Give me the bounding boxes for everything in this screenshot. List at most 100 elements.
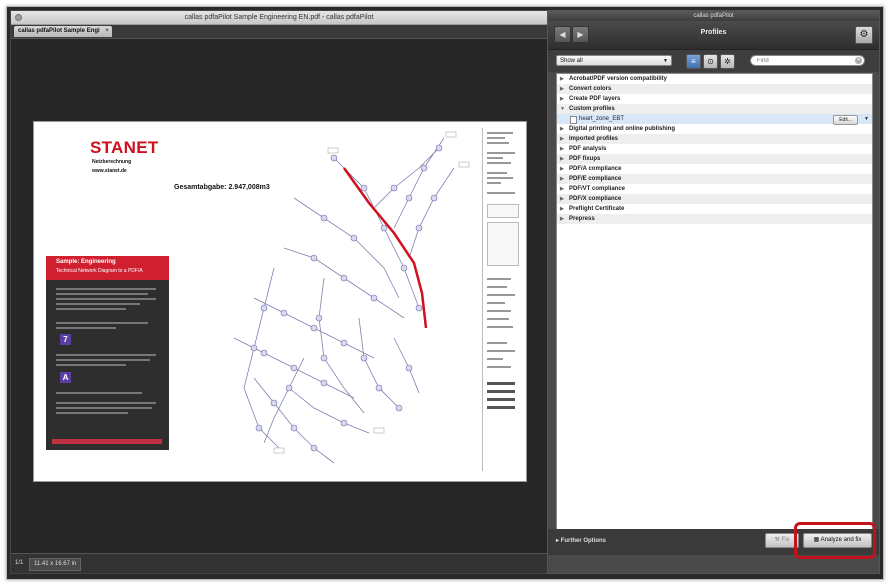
legend-line	[487, 172, 507, 174]
gear-icon: ⚙	[859, 29, 869, 40]
profile-group-row[interactable]: ▼ Custom profiles	[557, 104, 872, 114]
disclosure-triangle-icon[interactable]: ▶	[560, 144, 564, 154]
profile-group-label: Imported profiles	[569, 136, 619, 142]
legend-line	[487, 382, 515, 385]
profile-group-row[interactable]: ▶ PDF fixups	[557, 154, 872, 164]
disclosure-triangle-icon[interactable]: ▶	[560, 184, 564, 194]
profile-group-label: Acrobat/PDF version compatibility	[569, 76, 668, 82]
disclosure-triangle-icon[interactable]: ▶	[560, 74, 564, 84]
disclosure-triangle-icon[interactable]: ▶	[560, 164, 564, 174]
info-text-line	[56, 308, 126, 310]
disclosure-triangle-icon[interactable]: ▶	[560, 194, 564, 204]
info-panel-header: Sample: Engineering Technical Network Di…	[46, 256, 169, 280]
profile-group-label: Custom profiles	[569, 106, 615, 112]
legend-line	[487, 342, 507, 344]
profiles-toolbar: ◀ ▶ Profiles ⚙	[548, 21, 879, 50]
profile-group-label: PDF/E compliance	[569, 176, 622, 182]
pdf-viewer[interactable]: STANET Netzberechnung www.stanet.de Gesa…	[11, 39, 547, 553]
document-window-titlebar: callas pdfaPilot Sample Engineering EN.p…	[11, 11, 547, 25]
further-options-label: Further Options	[560, 538, 607, 544]
selected-profile-label: heart_zone_EBT	[579, 116, 625, 122]
profile-group-label: PDF/VT compliance	[569, 186, 626, 192]
legend-line	[487, 390, 515, 393]
further-options-toggle[interactable]: ▸ Further Options	[556, 537, 606, 544]
profile-group-row[interactable]: ▶ PDF/VT compliance	[557, 184, 872, 194]
legend-line	[487, 152, 515, 154]
legend-line	[487, 302, 505, 304]
options-button[interactable]: ✲	[720, 54, 735, 69]
profiles-list[interactable]: ▶ Acrobat/PDF version compatibility ▶ Conv…	[556, 73, 873, 530]
profile-document-icon	[570, 116, 577, 124]
profile-menu-arrow-icon[interactable]: ▼	[864, 114, 869, 124]
profile-group-label: Convert colors	[569, 86, 612, 92]
legend-line	[487, 132, 513, 134]
drawing-legend	[482, 128, 521, 471]
info-text-line	[56, 303, 140, 305]
tab-close-icon[interactable]: ×	[105, 26, 109, 37]
list-icon: ≡	[691, 57, 696, 66]
disclosure-triangle-icon[interactable]: ▶	[560, 204, 564, 214]
disclosure-triangle-icon[interactable]: ▶	[560, 124, 564, 134]
legend-box	[487, 222, 519, 266]
step-icon-1: 7	[60, 334, 71, 345]
legend-line	[487, 326, 513, 328]
info-panel-subtitle: Technical Network Diagram to a PDF/A	[56, 268, 143, 274]
logo-url: www.stanet.de	[92, 168, 127, 174]
legend-line	[487, 177, 513, 179]
profile-group-row[interactable]: ▶ Imported profiles	[557, 134, 872, 144]
profiles-filter-bar: Show all ▼ ≡ ⊙ ✲ ✕	[548, 50, 879, 72]
document-tab-label: callas pdfaPilot Sample Engi	[18, 28, 100, 34]
show-filter-value: Show all	[560, 58, 583, 64]
list-view-button[interactable]: ≡	[686, 54, 701, 69]
info-panel-title: Sample: Engineering	[56, 259, 116, 265]
legend-line	[487, 358, 503, 360]
search-scope-button[interactable]: ⊙	[703, 54, 718, 69]
disclosure-triangle-icon[interactable]: ▶	[560, 214, 564, 224]
profile-group-row[interactable]: ▶ PDF analysis	[557, 144, 872, 154]
window-close-icon[interactable]	[15, 14, 22, 21]
profile-group-row[interactable]: ▶ Digital printing and online publishing	[557, 124, 872, 134]
fix-label: Fix	[781, 537, 790, 543]
disclosure-triangle-icon[interactable]: ▶	[560, 94, 564, 104]
disclosure-triangle-icon[interactable]: ▶	[560, 134, 564, 144]
page-size-field[interactable]: 11.41 x 16.67 in	[29, 558, 82, 571]
profile-group-row[interactable]: ▶ Acrobat/PDF version compatibility	[557, 74, 872, 84]
info-text-line	[56, 364, 126, 366]
legend-line	[487, 294, 515, 296]
selected-profile-row[interactable]: heart_zone_EBT Edit... ▼	[557, 114, 872, 125]
chevron-down-icon: ▼	[663, 58, 668, 64]
info-text-line	[56, 322, 148, 324]
stanet-logo: STANET	[90, 138, 159, 157]
clear-search-icon[interactable]: ✕	[855, 57, 862, 64]
show-filter-select[interactable]: Show all ▼	[556, 55, 672, 66]
find-input[interactable]	[750, 55, 865, 66]
disclosure-triangle-expanded-icon[interactable]: ▼	[560, 104, 565, 114]
document-window: callas pdfaPilot Sample Engineering EN.p…	[10, 10, 548, 574]
profile-group-row[interactable]: ▶ Create PDF layers	[557, 94, 872, 104]
settings-button[interactable]: ⚙	[855, 26, 873, 44]
document-tab[interactable]: callas pdfaPilot Sample Engi ×	[14, 26, 112, 37]
disclosure-triangle-icon[interactable]: ▶	[560, 174, 564, 184]
cog-icon: ✲	[724, 57, 731, 66]
profile-group-row[interactable]: ▶ PDF/X compliance	[557, 194, 872, 204]
document-status-bar: 1/1 11.41 x 16.67 in	[11, 553, 547, 573]
document-window-title: callas pdfaPilot Sample Engineering EN.p…	[184, 14, 374, 21]
profile-group-row[interactable]: ▶ PDF/E compliance	[557, 174, 872, 184]
info-text-line	[56, 412, 128, 414]
disclosure-triangle-icon[interactable]: ▶	[560, 154, 564, 164]
legend-line	[487, 192, 515, 194]
profile-group-row[interactable]: ▶ Convert colors	[557, 84, 872, 94]
legend-line	[487, 162, 511, 164]
profiles-window: callas pdfaPilot ◀ ▶ Profiles ⚙ Show all…	[547, 10, 880, 574]
info-text-line	[56, 407, 152, 409]
profile-group-row[interactable]: ▶ PDF/A compliance	[557, 164, 872, 174]
profile-group-row[interactable]: ▶ Preflight Certificate	[557, 204, 872, 214]
legend-line	[487, 350, 515, 352]
profile-group-row[interactable]: ▶ Prepress	[557, 214, 872, 224]
legend-line	[487, 398, 515, 401]
profile-group-label: Digital printing and online publishing	[569, 126, 675, 132]
pdf-page: STANET Netzberechnung www.stanet.de Gesa…	[33, 121, 527, 482]
document-tab-strip: callas pdfaPilot Sample Engi ×	[11, 25, 547, 39]
disclosure-triangle-icon[interactable]: ▶	[560, 84, 564, 94]
profiles-heading: Profiles	[700, 29, 727, 36]
